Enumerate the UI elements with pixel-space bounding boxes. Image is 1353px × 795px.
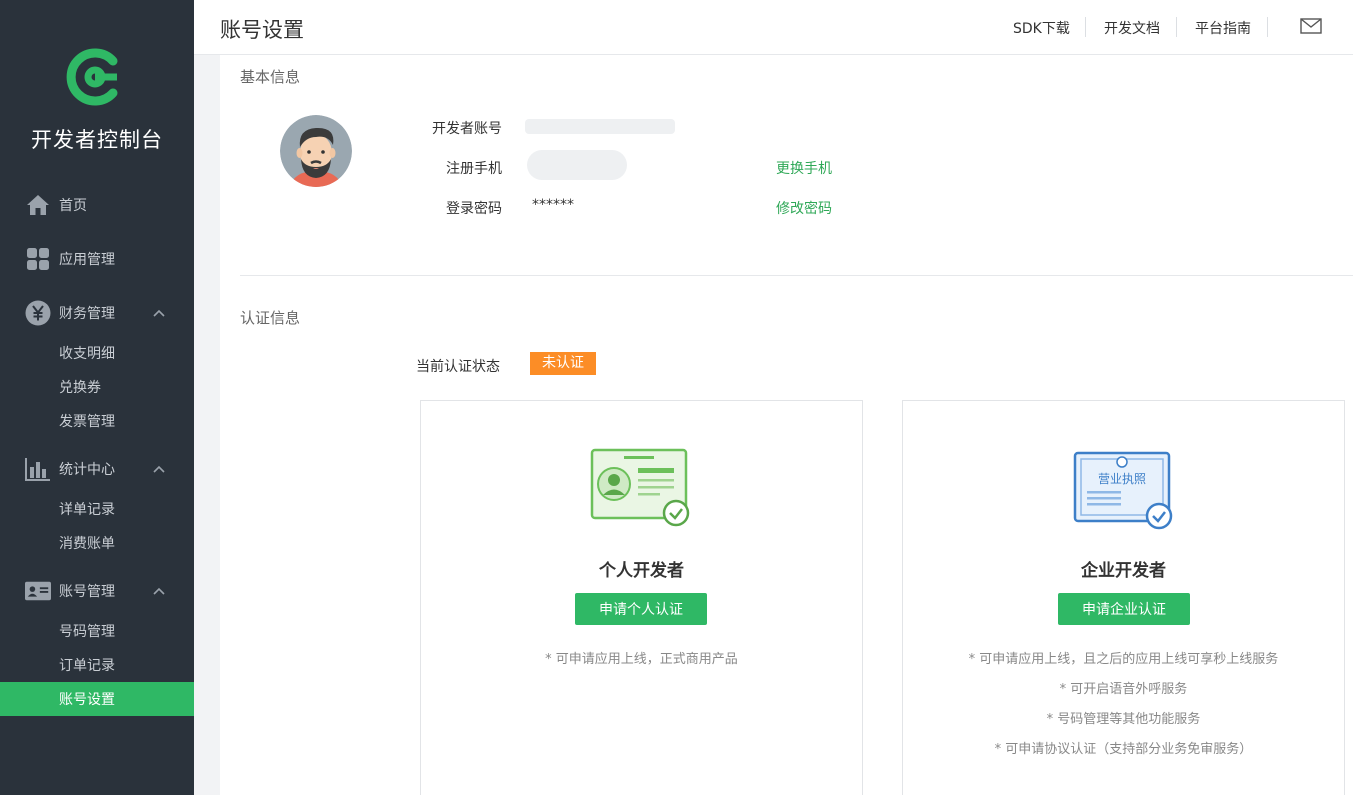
sidebar-subitem-coupon[interactable]: 兑换券: [0, 370, 194, 404]
main-panel: 基本信息 开发者账号 注册手机 更换手机 登录密码 ****** 修改密码 认证…: [220, 55, 1353, 795]
chevron-up-icon[interactable]: [152, 584, 166, 598]
avatar: [280, 115, 352, 187]
password-label: 登录密码: [446, 201, 502, 217]
status-badge: 未认证: [530, 352, 596, 375]
enterprise-developer-card: 营业执照 企业开发者 申请企业认证 * 可申请应用上线，且之后的应用上线可享秒上…: [902, 400, 1345, 795]
sidebar-subitem-account-settings[interactable]: 账号设置: [0, 682, 194, 716]
phone-value-masked: [527, 150, 627, 180]
home-icon: [25, 192, 51, 218]
sidebar-subitem-details[interactable]: 详单记录: [0, 492, 194, 526]
change-phone-link[interactable]: 更换手机: [776, 158, 832, 178]
header-divider: [1176, 17, 1177, 37]
basic-info-title: 基本信息: [240, 68, 301, 86]
sidebar-subitem-invoice[interactable]: 发票管理: [0, 404, 194, 438]
enterprise-note: * 号码管理等其他功能服务: [1046, 712, 1201, 727]
enterprise-note: * 可申请协议认证（支持部分业务免审服务）: [994, 742, 1253, 757]
sidebar-item-finance[interactable]: 财务管理: [0, 296, 194, 330]
mail-icon[interactable]: [1300, 18, 1322, 34]
header-divider: [1085, 17, 1086, 37]
sidebar-item-home[interactable]: 首页: [0, 188, 194, 222]
grid-icon: [25, 246, 51, 272]
enterprise-note: * 可申请应用上线，且之后的应用上线可享秒上线服务: [968, 652, 1279, 667]
business-license-icon: 营业执照: [1073, 451, 1173, 530]
yuan-icon: [25, 300, 51, 326]
account-label: 开发者账号: [432, 121, 502, 137]
chevron-up-icon[interactable]: [152, 306, 166, 320]
sidebar-subitem-income[interactable]: 收支明细: [0, 336, 194, 370]
phone-label: 注册手机: [446, 161, 502, 177]
sidebar-subitem-numbers[interactable]: 号码管理: [0, 614, 194, 648]
dev-docs-link[interactable]: 开发文档: [1104, 18, 1160, 38]
sidebar-subitem-orders[interactable]: 订单记录: [0, 648, 194, 682]
top-header: 账号设置 SDK下载 开发文档 平台指南: [194, 0, 1353, 55]
license-label: 营业执照: [1098, 472, 1146, 486]
logo-icon: [66, 48, 118, 106]
page-title: 账号设置: [220, 18, 304, 42]
apply-personal-cert-button[interactable]: 申请个人认证: [575, 593, 707, 625]
platform-guide-link[interactable]: 平台指南: [1195, 18, 1251, 38]
bar-chart-icon: [25, 456, 51, 482]
sdk-download-link[interactable]: SDK下载: [1013, 18, 1070, 38]
personal-note: * 可申请应用上线，正式商用产品: [545, 652, 738, 667]
cert-info-title: 认证信息: [240, 309, 301, 327]
cert-status-label: 当前认证状态: [416, 359, 500, 375]
section-divider: [240, 275, 1353, 276]
brand-title: 开发者控制台: [31, 128, 163, 152]
personal-id-card-icon: [590, 448, 690, 527]
sidebar-item-stats[interactable]: 统计中心: [0, 452, 194, 486]
sidebar-subitem-bills[interactable]: 消费账单: [0, 526, 194, 560]
password-value: ******: [532, 197, 574, 213]
enterprise-card-title: 企业开发者: [1081, 561, 1166, 581]
id-card-icon: [25, 578, 51, 604]
sidebar-item-apps[interactable]: 应用管理: [0, 242, 194, 276]
enterprise-note: * 可开启语音外呼服务: [1059, 682, 1188, 697]
sidebar-item-account[interactable]: 账号管理: [0, 574, 194, 608]
sidebar: 开发者控制台 首页 应用管理 财务管理 收支明细 兑换券 发票管理 统计中心 详…: [0, 0, 194, 795]
apply-enterprise-cert-button[interactable]: 申请企业认证: [1058, 593, 1190, 625]
chevron-up-icon[interactable]: [152, 462, 166, 476]
header-divider: [1267, 17, 1268, 37]
personal-card-title: 个人开发者: [599, 561, 684, 581]
personal-developer-card: 个人开发者 申请个人认证 * 可申请应用上线，正式商用产品: [420, 400, 863, 795]
account-value-masked: [525, 119, 675, 134]
change-password-link[interactable]: 修改密码: [776, 198, 832, 218]
